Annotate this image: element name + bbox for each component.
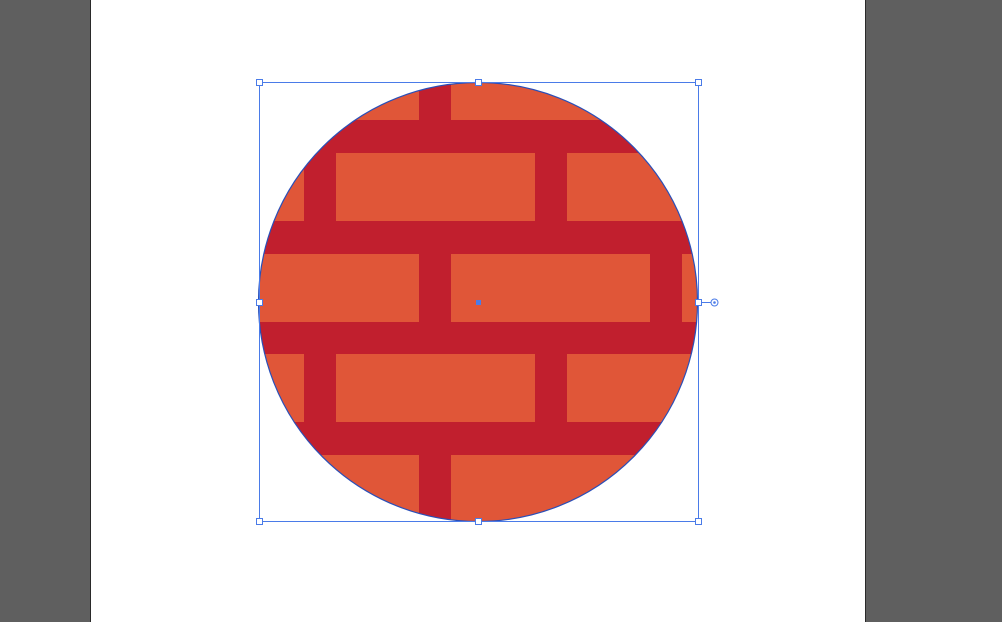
center-point <box>476 300 481 305</box>
handle-top-right[interactable] <box>695 79 702 86</box>
brick <box>336 153 535 221</box>
brick-circle-artwork[interactable] <box>220 78 722 528</box>
live-corner-widget-icon[interactable] <box>710 298 719 307</box>
handle-top-center[interactable] <box>475 79 482 86</box>
handle-bottom-right[interactable] <box>695 518 702 525</box>
brick <box>258 153 304 221</box>
canvas-stage <box>220 78 722 528</box>
handle-bottom-center[interactable] <box>475 518 482 525</box>
live-corner-widget-dot <box>713 301 716 304</box>
handle-middle-left[interactable] <box>256 299 263 306</box>
brick <box>567 354 698 422</box>
brick <box>258 455 419 522</box>
center-point-icon[interactable] <box>476 300 481 305</box>
brick <box>567 153 698 221</box>
handle-top-left[interactable] <box>256 79 263 86</box>
brick <box>451 82 698 120</box>
brick <box>451 455 698 522</box>
handle-bottom-left[interactable] <box>256 518 263 525</box>
brick <box>682 254 698 322</box>
brick <box>258 82 419 120</box>
brick <box>336 354 535 422</box>
brick <box>451 254 650 322</box>
handle-middle-right[interactable] <box>695 299 702 306</box>
